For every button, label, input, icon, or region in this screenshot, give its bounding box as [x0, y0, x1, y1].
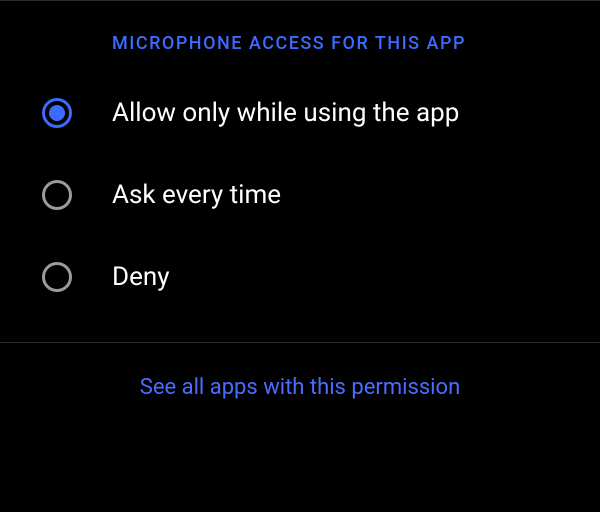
radio-label: Ask every time — [112, 180, 281, 210]
radio-button-icon — [42, 98, 72, 128]
see-all-apps-link[interactable]: See all apps with this permission — [140, 375, 460, 400]
radio-option-ask-every-time[interactable]: Ask every time — [0, 154, 600, 236]
footer-link-row: See all apps with this permission — [0, 343, 600, 432]
radio-button-icon — [42, 262, 72, 292]
radio-button-icon — [42, 180, 72, 210]
radio-label: Deny — [112, 262, 170, 292]
permission-radio-group: Allow only while using the app Ask every… — [0, 62, 600, 342]
radio-label: Allow only while using the app — [112, 98, 459, 128]
section-header: MICROPHONE ACCESS FOR THIS APP — [0, 1, 600, 62]
radio-option-allow-while-using[interactable]: Allow only while using the app — [0, 72, 600, 154]
radio-option-deny[interactable]: Deny — [0, 236, 600, 318]
